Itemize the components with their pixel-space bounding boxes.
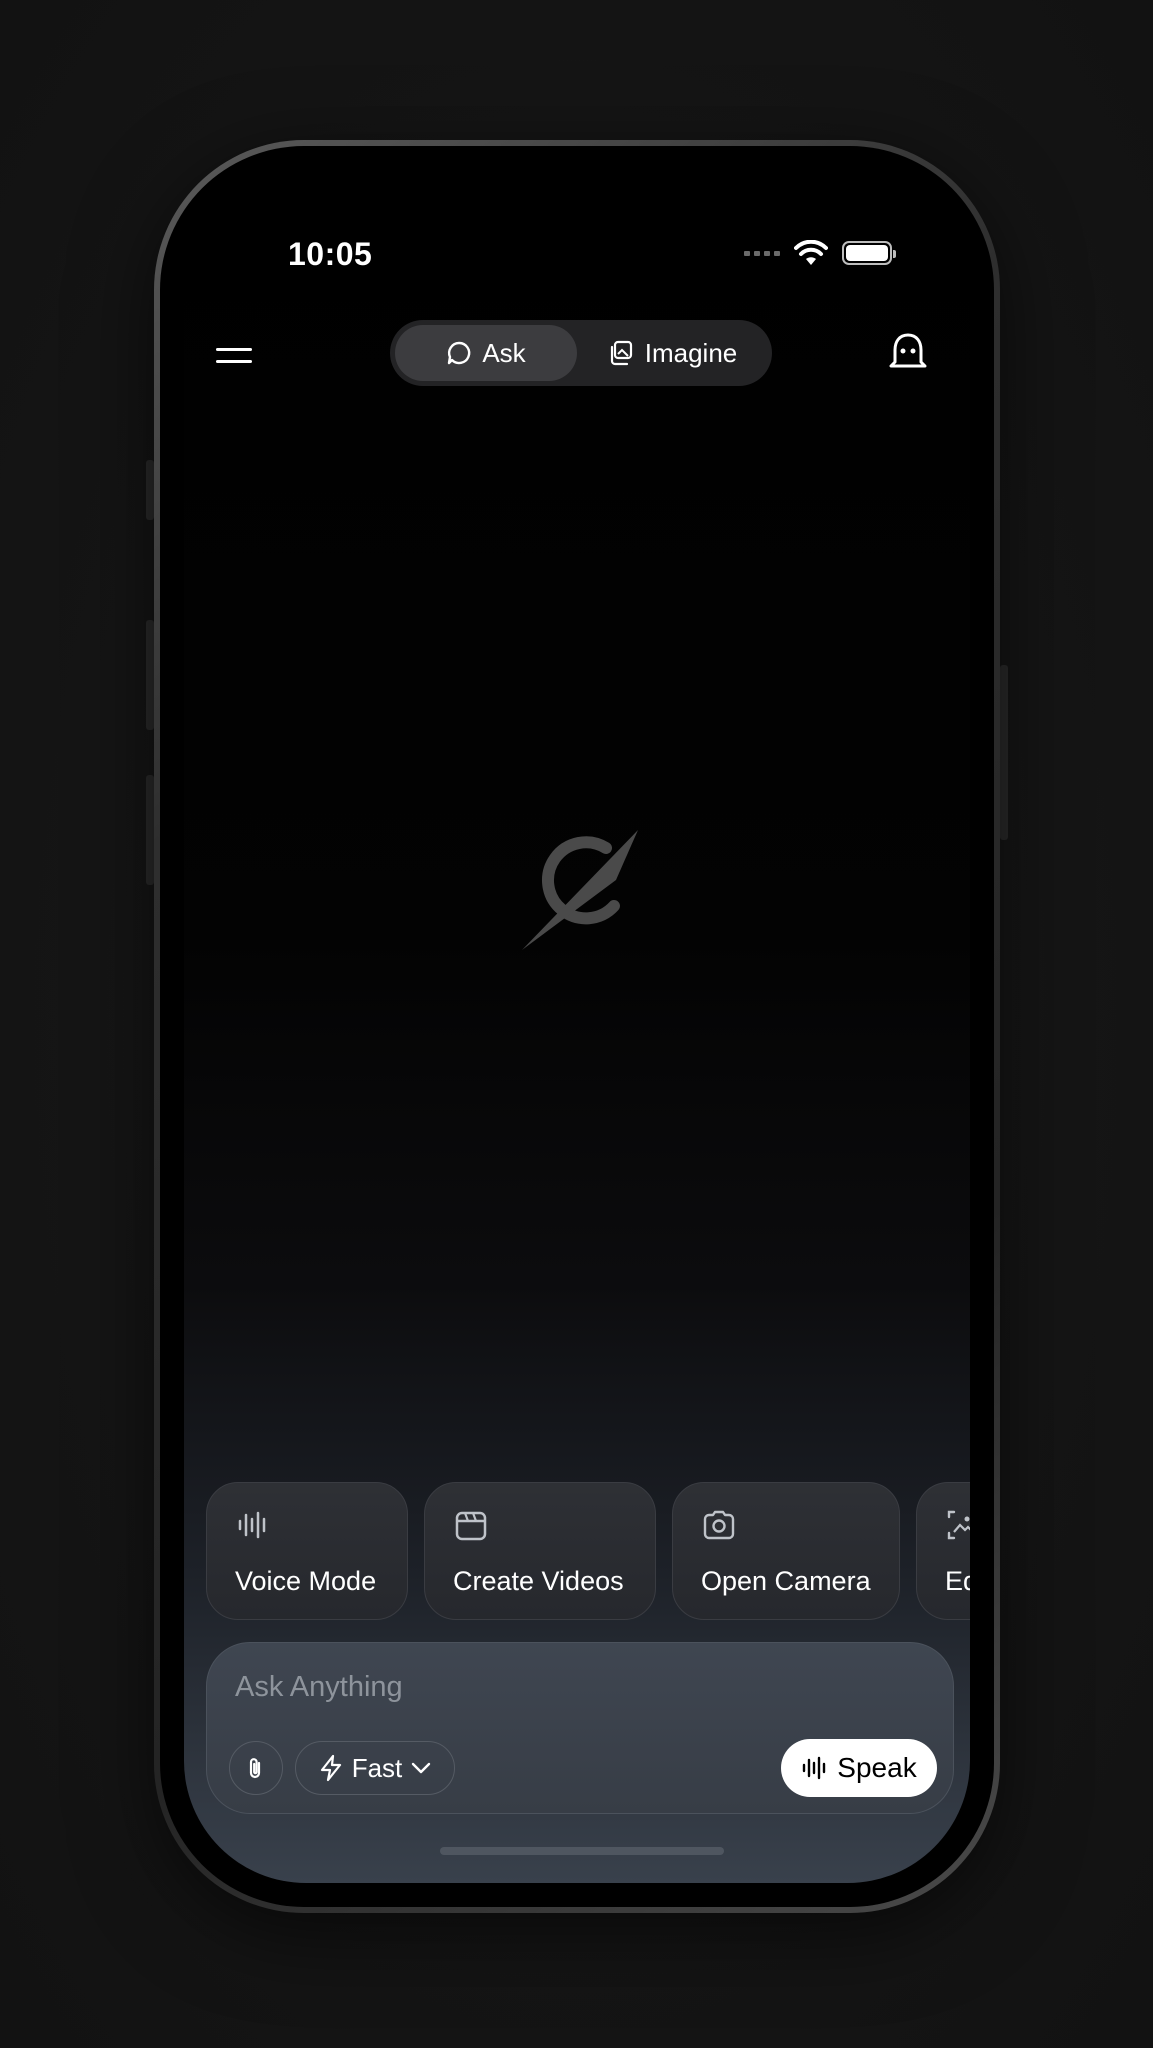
voice-mode-label: Voice Mode [235,1566,377,1596]
status-time: 10:05 [288,236,373,272]
create-videos-chip[interactable]: Create Videos [424,1482,656,1620]
status-icons [744,240,896,266]
tab-imagine-label: Imagine [644,337,738,368]
attach-button[interactable] [229,1741,283,1795]
edit-image-icon [947,1510,970,1540]
hamburger-menu-icon[interactable] [216,340,252,370]
ghost-icon[interactable] [888,332,928,372]
dynamic-island [469,210,695,276]
tab-ask[interactable]: Ask [395,325,577,381]
power-button [1000,665,1008,840]
quick-actions: Voice Mode Create Videos Open Camera E [206,1482,970,1622]
composer[interactable]: Ask Anything Fast Speak [206,1642,954,1814]
stage: 10:05 Ask Imagine Voice Mode Create Vide… [0,0,1153,2048]
grok-logo-icon [522,830,638,950]
home-indicator[interactable] [440,1847,724,1855]
paperclip-icon [249,1758,261,1779]
open-camera-chip[interactable]: Open Camera [672,1482,900,1620]
edit-image-chip[interactable]: Ed [916,1482,970,1620]
phone-bezel: 10:05 Ask Imagine Voice Mode Create Vide… [160,146,994,1907]
images-icon [610,340,632,366]
edit-image-label: Ed [945,1566,970,1596]
chat-bubble-icon [448,341,471,365]
tab-imagine[interactable]: Imagine [577,325,767,381]
mode-switch: Ask Imagine [390,320,772,386]
waveform-icon [238,1511,266,1539]
open-camera-label: Open Camera [701,1566,871,1596]
volume-down-button [146,775,154,885]
phone-frame: 10:05 Ask Imagine Voice Mode Create Vide… [154,140,1000,1913]
screen: 10:05 Ask Imagine Voice Mode Create Vide… [184,170,970,1883]
battery-icon [842,241,896,265]
lightning-icon [320,1754,341,1782]
speak-label: Speak [837,1752,917,1783]
volume-up-button [146,620,154,730]
chevron-down-icon [412,1762,431,1774]
model-label: Fast [351,1752,403,1783]
model-selector[interactable]: Fast [295,1741,455,1795]
voice-mode-chip[interactable]: Voice Mode [206,1482,408,1620]
cellular-signal-icon [744,250,780,256]
camera-icon [703,1510,735,1540]
action-button [146,460,154,520]
speak-button[interactable]: Speak [781,1739,937,1797]
create-videos-label: Create Videos [453,1566,624,1596]
tab-ask-label: Ask [482,337,526,368]
composer-input[interactable]: Ask Anything [235,1671,403,1704]
clapperboard-icon [455,1511,487,1541]
wifi-icon [794,240,828,265]
waveform-icon [803,1756,826,1780]
